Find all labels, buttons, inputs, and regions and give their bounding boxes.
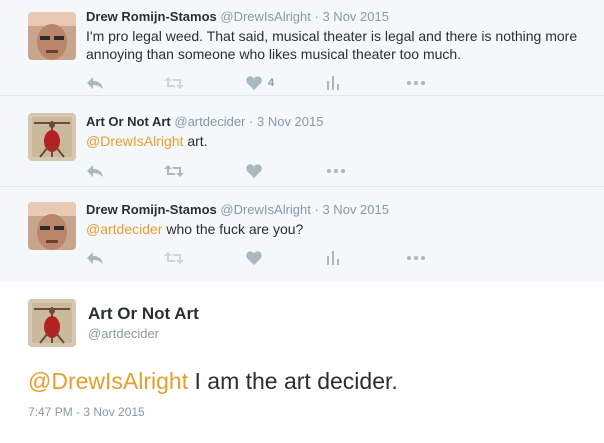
tweet-text-body: who the fuck are you? [162,221,304,237]
retweet-icon [164,77,184,89]
retweet-icon [164,165,184,177]
mention-link[interactable]: @DrewIsAlright [86,133,183,149]
tweet-text-body: I'm pro legal weed. That said, musical t… [86,28,578,62]
tweet-actions [86,248,486,268]
reply-icon [87,252,103,264]
tweet-actions [86,161,486,181]
heart-icon [246,251,262,265]
tweet-text-body: I am the art decider. [188,368,398,394]
more-icon [407,81,425,85]
like-count: 4 [268,77,275,89]
user-handle[interactable]: @artdecider [174,114,245,129]
tweet-text: @artdecider who the fuck are you? [86,220,596,238]
more-icon [407,256,425,260]
more-button[interactable] [406,73,426,93]
tweet-text: @DrewIsAlright art. [86,132,596,150]
tweet-header: Drew Romijn-Stamos @DrewIsAlright · 3 No… [86,9,596,25]
reply-button[interactable] [86,248,104,268]
reply-button[interactable] [86,73,104,93]
like-button[interactable] [246,161,262,181]
user-handle[interactable]: @DrewIsAlright [220,202,311,217]
more-button[interactable] [326,161,346,181]
analytics-icon [327,251,339,265]
tweet-actions: 4 [86,73,486,93]
mention-link[interactable]: @DrewIsAlright [28,368,188,394]
user-fullname[interactable]: Art Or Not Art [88,304,199,324]
separator-dot: · [249,114,254,129]
tweet-text-body: art. [183,133,208,149]
analytics-button[interactable] [326,248,340,268]
reply-icon [87,77,103,89]
reply-button[interactable] [86,161,104,181]
retweet-button[interactable] [164,73,184,93]
tweet-timestamp[interactable]: 3 Nov 2015 [322,202,389,217]
avatar[interactable] [28,12,76,60]
more-button[interactable] [406,248,426,268]
retweet-button[interactable] [164,248,184,268]
tweet-item[interactable]: Drew Romijn-Stamos @DrewIsAlright · 3 No… [0,188,604,282]
retweet-button[interactable] [164,161,184,181]
tweet-text: I'm pro legal weed. That said, musical t… [86,27,596,63]
user-handle[interactable]: @artdecider [88,326,159,341]
heart-icon [246,76,262,90]
heart-icon [246,164,262,178]
reply-icon [87,165,103,177]
avatar[interactable] [28,202,76,250]
tweet-header: Drew Romijn-Stamos @DrewIsAlright · 3 No… [86,202,596,218]
user-handle[interactable]: @DrewIsAlright [220,9,311,24]
analytics-icon [327,76,339,90]
tweet-timestamp[interactable]: 3 Nov 2015 [322,9,389,24]
more-icon [327,169,345,173]
mention-link[interactable]: @artdecider [86,221,162,237]
like-button[interactable] [246,248,262,268]
avatar[interactable] [28,113,76,161]
like-button[interactable]: 4 [246,73,274,93]
user-fullname[interactable]: Drew Romijn-Stamos [86,202,217,217]
user-fullname[interactable]: Drew Romijn-Stamos [86,9,217,24]
tweet-timestamp[interactable]: 7:47 PM - 3 Nov 2015 [28,405,145,419]
analytics-button[interactable] [326,73,340,93]
tweet-item[interactable]: Art Or Not Art @artdecider · 3 Nov 2015 … [0,97,604,187]
user-fullname[interactable]: Art Or Not Art [86,114,171,129]
tweet-header: Art Or Not Art @artdecider · 3 Nov 2015 [86,114,596,130]
conversation-thread: Drew Romijn-Stamos @DrewIsAlright · 3 No… [0,0,604,282]
avatar[interactable] [28,299,76,347]
separator-dot: · [314,9,319,24]
permalink-tweet: Art Or Not Art @artdecider @DrewIsAlrigh… [0,283,604,443]
separator-dot: · [314,202,319,217]
tweet-text: @DrewIsAlright I am the art decider. [28,367,398,395]
tweet-item[interactable]: Drew Romijn-Stamos @DrewIsAlright · 3 No… [0,0,604,96]
retweet-icon [164,252,184,264]
tweet-timestamp[interactable]: 3 Nov 2015 [257,114,324,129]
